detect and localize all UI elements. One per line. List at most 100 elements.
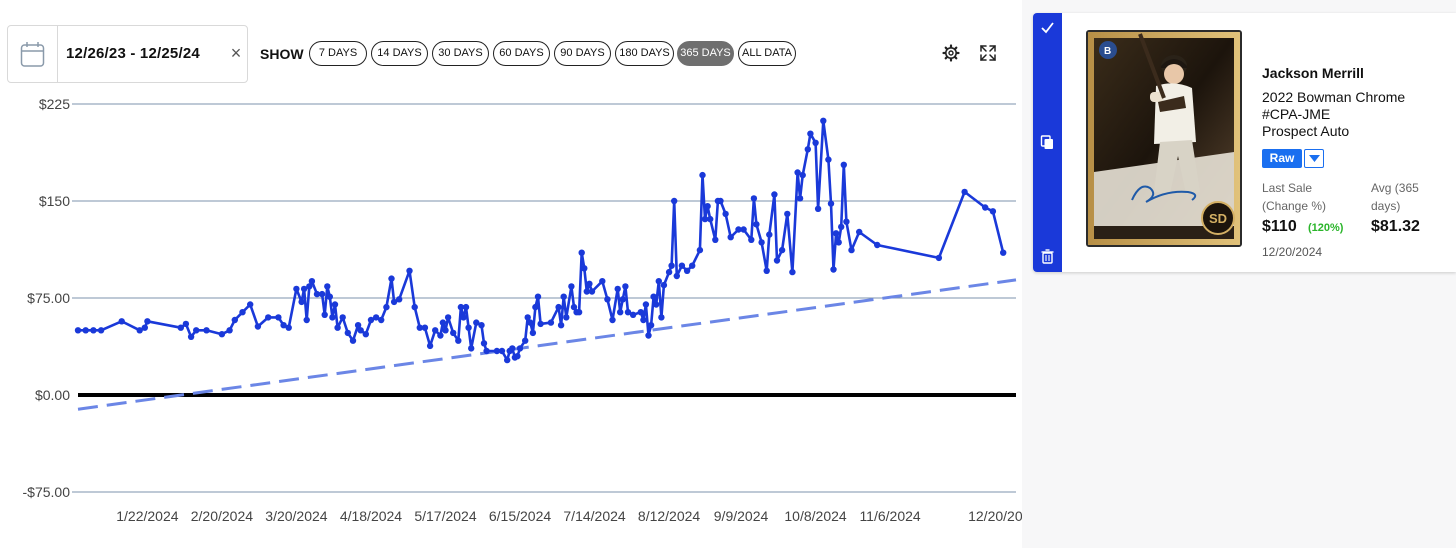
last-sale-value: $110 (1262, 218, 1297, 235)
price-point (465, 324, 472, 331)
x-tick-label: 9/9/2024 (714, 508, 769, 524)
price-point (141, 324, 148, 331)
price-point (344, 329, 351, 337)
y-tick-label: $75.00 (27, 290, 70, 306)
price-point (529, 329, 537, 337)
price-point (82, 327, 89, 334)
price-point (193, 327, 200, 334)
price-point (722, 210, 729, 218)
price-point (856, 228, 863, 236)
price-point (599, 278, 606, 285)
close-icon[interactable]: × (228, 43, 244, 63)
price-point (629, 311, 637, 318)
range-90-days-button[interactable]: 90 DAYS (554, 41, 611, 66)
check-icon[interactable] (1040, 20, 1055, 35)
price-point (665, 268, 673, 276)
price-point (555, 303, 562, 311)
last-sale-date: 12/20/2024 (1262, 245, 1323, 259)
price-point (982, 204, 989, 211)
price-point (426, 342, 434, 350)
price-point (789, 268, 796, 276)
price-point (835, 239, 842, 246)
price-point (247, 301, 254, 308)
price-point (203, 327, 210, 334)
price-point (812, 139, 819, 146)
price-point (450, 329, 457, 337)
price-point (619, 296, 626, 303)
change-percent: (120%) (1308, 222, 1344, 234)
grade-button[interactable]: Raw (1262, 149, 1302, 168)
price-point (773, 257, 781, 264)
range-180-days-button[interactable]: 180 DAYS (615, 41, 674, 66)
range-14-days-button[interactable]: 14 DAYS (371, 41, 428, 66)
price-point (650, 293, 657, 300)
gear-icon[interactable] (942, 44, 960, 62)
price-point (182, 320, 190, 328)
price-point (226, 327, 233, 334)
price-point (480, 340, 488, 347)
price-point (784, 210, 791, 218)
range-all-data-button[interactable]: ALL DATA (738, 41, 796, 66)
price-point (442, 327, 449, 334)
price-point (763, 267, 770, 274)
price-point (575, 309, 583, 316)
last-sale-label: Last Sale (Change %) (1262, 179, 1326, 215)
x-tick-label: 12/20/2024 (968, 508, 1022, 524)
calendar-button[interactable] (8, 26, 58, 82)
show-label: SHOW (260, 46, 304, 62)
price-point (177, 324, 184, 331)
price-point (699, 171, 706, 179)
avg-label-line: Avg (365 (1371, 181, 1419, 195)
price-point (771, 191, 778, 198)
price-point (748, 236, 755, 243)
grade-dropdown-button[interactable] (1304, 149, 1324, 168)
price-point (568, 283, 575, 290)
price-point (378, 316, 385, 324)
price-chart-svg: $225 $150 $75.00 $0.00 -$75.00 1/22/2024 2/20/… (23, 96, 1022, 524)
price-point (74, 327, 82, 334)
price-point (421, 324, 429, 331)
price-point (432, 327, 439, 334)
x-tick-label: 5/17/2024 (414, 508, 476, 524)
price-point (560, 293, 567, 300)
expand-icon[interactable] (979, 44, 997, 62)
date-range-text[interactable]: 12/26/23 - 12/25/24 (66, 45, 200, 62)
svg-text:B: B (1104, 46, 1111, 57)
price-point (588, 288, 596, 295)
price-point (825, 156, 832, 163)
card-image[interactable]: B SD (1086, 30, 1242, 247)
x-tick-label: 6/15/2024 (489, 508, 551, 524)
card-detail-panel: B SD Jackson Merrill 2022 Bowman Chrome … (1033, 13, 1456, 272)
x-tick-label: 2/20/2024 (191, 508, 253, 524)
copy-icon[interactable] (1040, 135, 1055, 150)
date-range-picker[interactable]: 12/26/23 - 12/25/24 × (7, 25, 248, 83)
price-point (326, 293, 333, 300)
avg-label: Avg (365 days) (1371, 179, 1419, 215)
x-tick-label: 3/20/2024 (265, 508, 327, 524)
price-point (683, 267, 691, 274)
price-point (704, 203, 711, 210)
price-point (504, 356, 511, 364)
price-point (814, 205, 822, 212)
price-point (321, 311, 328, 318)
price-point (275, 314, 282, 321)
price-point (388, 275, 395, 282)
range-7-days-button[interactable]: 7 DAYS (309, 41, 367, 66)
price-point (660, 281, 668, 289)
y-tick-label: $150 (39, 193, 70, 209)
price-point (265, 314, 272, 321)
last-sale-label-line: (Change %) (1262, 199, 1327, 213)
price-point (673, 272, 680, 280)
range-365-days-button[interactable]: 365 DAYS (677, 41, 734, 66)
price-point (758, 239, 765, 246)
price-point (383, 303, 390, 311)
svg-text:SD: SD (1209, 211, 1227, 226)
trash-icon[interactable] (1040, 249, 1055, 264)
price-point (874, 241, 881, 249)
range-60-days-button[interactable]: 60 DAYS (493, 41, 550, 66)
x-tick-label: 1/22/2024 (116, 508, 178, 524)
price-point (349, 337, 357, 344)
range-30-days-button[interactable]: 30 DAYS (432, 41, 489, 66)
price-point (308, 278, 316, 285)
price-point (671, 197, 678, 205)
